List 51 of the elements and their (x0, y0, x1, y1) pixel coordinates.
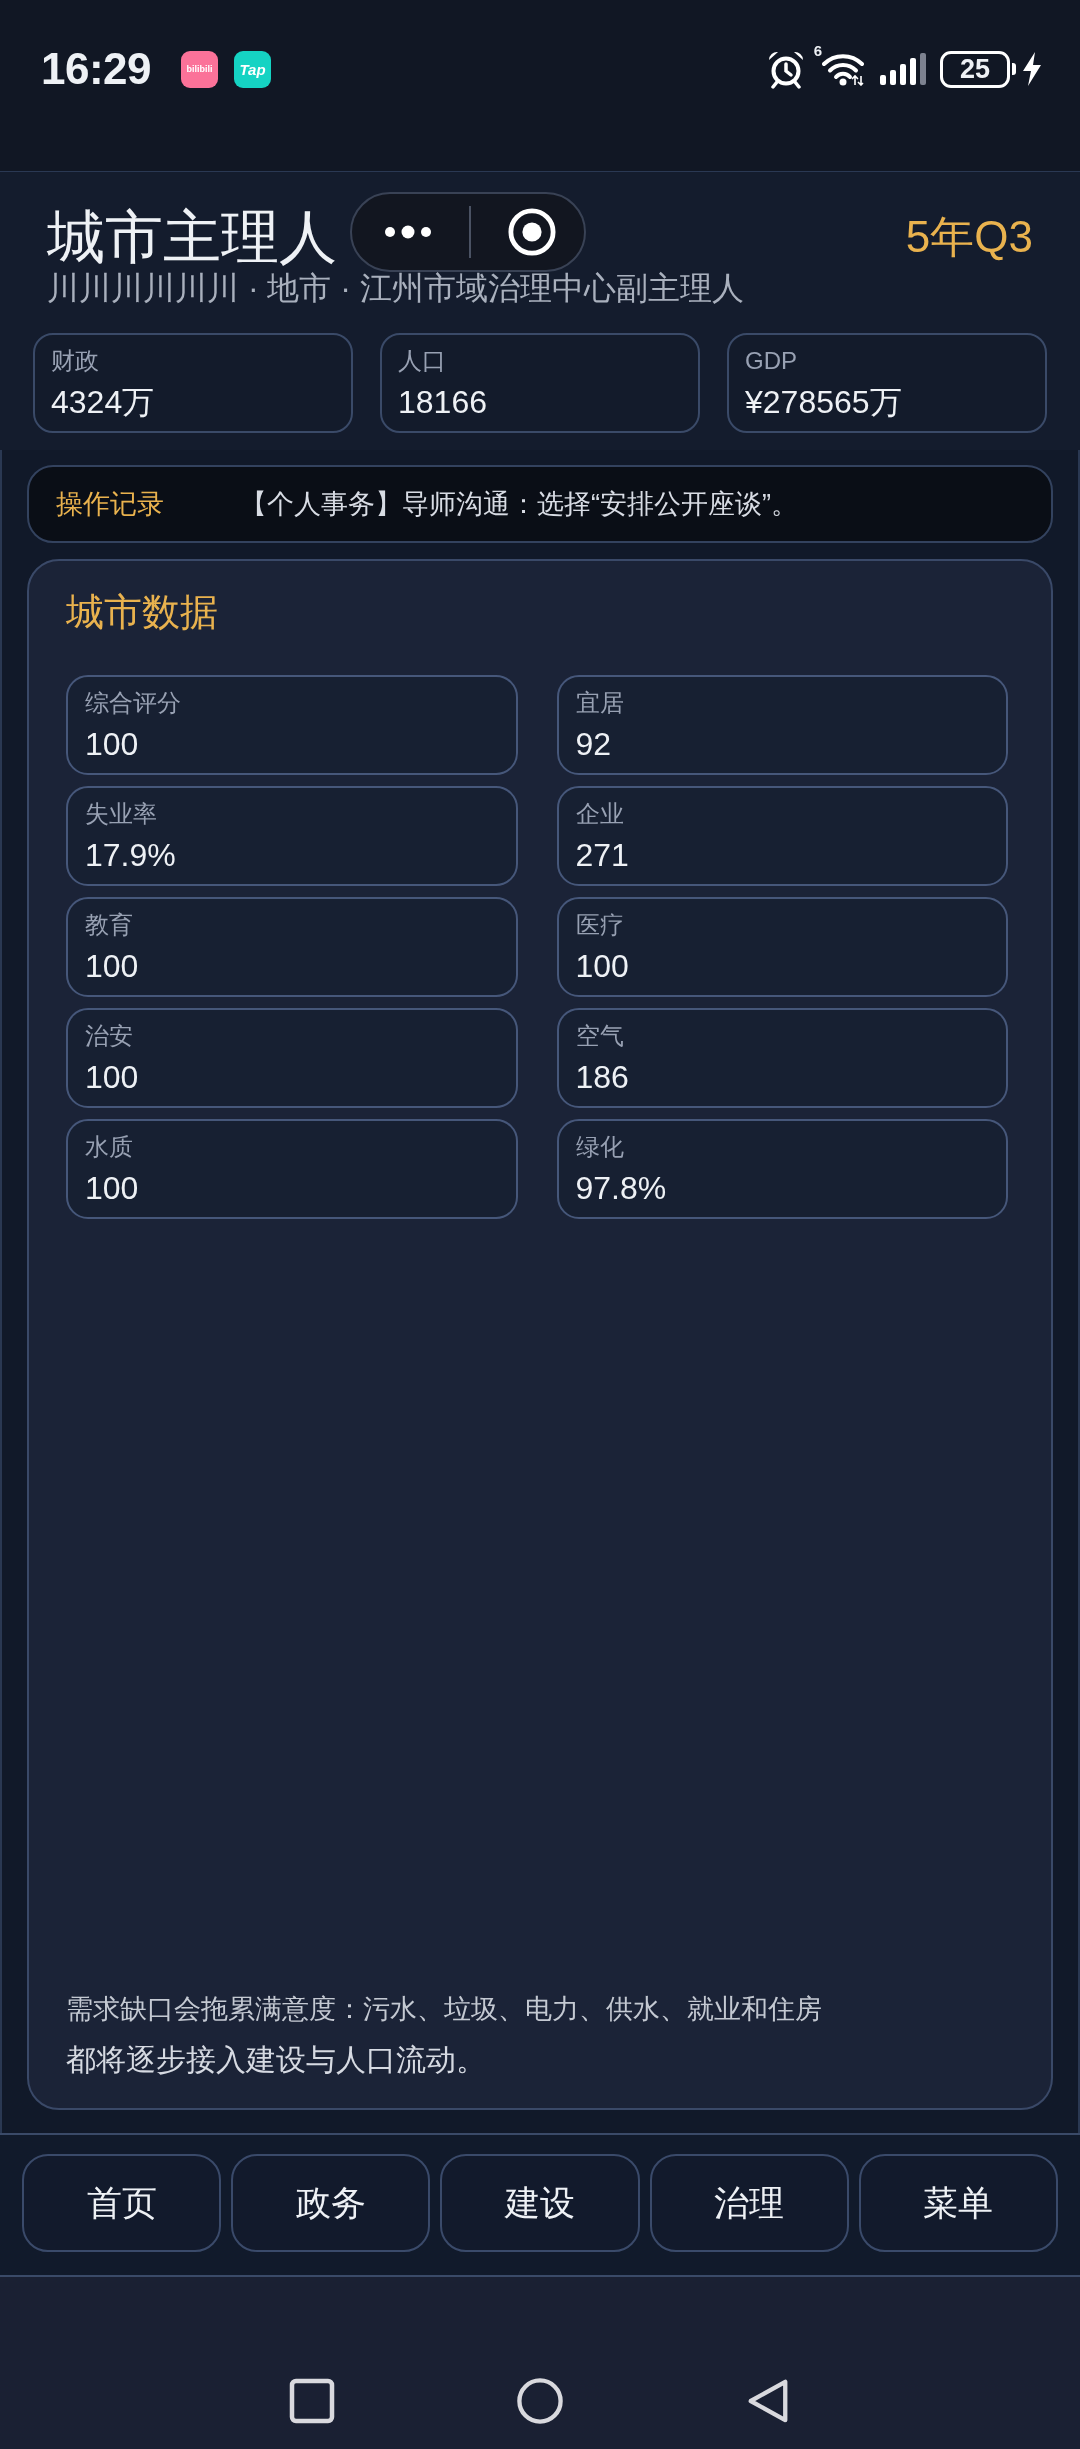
wifi-icon (822, 52, 864, 86)
nav-tab[interactable]: 首页 (22, 2154, 222, 2252)
nav-tab[interactable]: 菜单 (858, 2154, 1058, 2252)
wifi-version-label: 6 (813, 43, 822, 59)
app-title: 城市主理人 (47, 204, 337, 270)
metric-value: 97.8% (575, 1169, 668, 1208)
stat-label: 人口 (398, 346, 447, 376)
app-logo: bilibili (181, 50, 219, 88)
metric-value: 100 (85, 947, 140, 986)
metric-label: 医疗 (575, 910, 625, 940)
app-logo: Tap (234, 50, 272, 88)
stat-label: 财政 (51, 346, 100, 376)
nav-tab[interactable]: 治理 (649, 2154, 849, 2252)
metric-value: 17.9% (85, 836, 177, 875)
metric-label: 水质 (85, 1132, 134, 1162)
nav-tab[interactable]: 政务 (231, 2154, 431, 2252)
metric-value: 100 (575, 947, 630, 986)
metric-value: 186 (575, 1058, 630, 1097)
circle-icon[interactable] (517, 2378, 563, 2424)
player-subtitle: 川川川川川川 · 地市 · 江州市域治理中心副主理人 (46, 270, 745, 306)
metric-label: 教育 (85, 910, 134, 940)
activity-log-text: 【个人事务】导师沟通：选择“安排公开座谈”。 (240, 488, 798, 521)
metric-label: 绿化 (575, 1132, 625, 1162)
hint-text: 需求缺口会拖累满意度：污水、垃圾、电力、供水、就业和住房 (66, 1993, 823, 2026)
metric-value: 92 (575, 725, 613, 764)
section-title: 城市数据 (66, 590, 219, 635)
charging-bolt-icon (1022, 52, 1042, 86)
metric-label: 综合评分 (85, 688, 182, 718)
metric-label: 治安 (85, 1021, 134, 1051)
stat-value: 18166 (398, 383, 488, 422)
metric-value: 100 (85, 1058, 140, 1097)
activity-log-label: 操作记录 (56, 488, 164, 521)
signal-icon (880, 53, 926, 85)
period-label: 5年Q3 (905, 211, 1033, 263)
battery-indicator: 25 (940, 50, 1016, 88)
stat-value: ¥278565万 (745, 383, 903, 422)
metric-label: 宜居 (575, 688, 625, 718)
target-icon[interactable] (508, 208, 556, 256)
more-icon[interactable] (384, 225, 432, 239)
stat-value: 4324万 (51, 383, 156, 422)
metric-value: 100 (85, 1169, 140, 1208)
square-icon[interactable] (289, 2378, 335, 2424)
clock-time: 16:29 (41, 47, 152, 91)
metric-label: 企业 (575, 799, 625, 829)
nav-tab[interactable]: 建设 (440, 2154, 640, 2252)
metric-label: 失业率 (85, 799, 158, 829)
metric-value: 100 (85, 725, 140, 764)
metric-label: 空气 (575, 1021, 625, 1051)
note-text: 都将逐步接入建设与人口流动。 (66, 2042, 487, 2078)
stat-label: GDP (745, 346, 798, 376)
metric-value: 271 (575, 836, 630, 875)
